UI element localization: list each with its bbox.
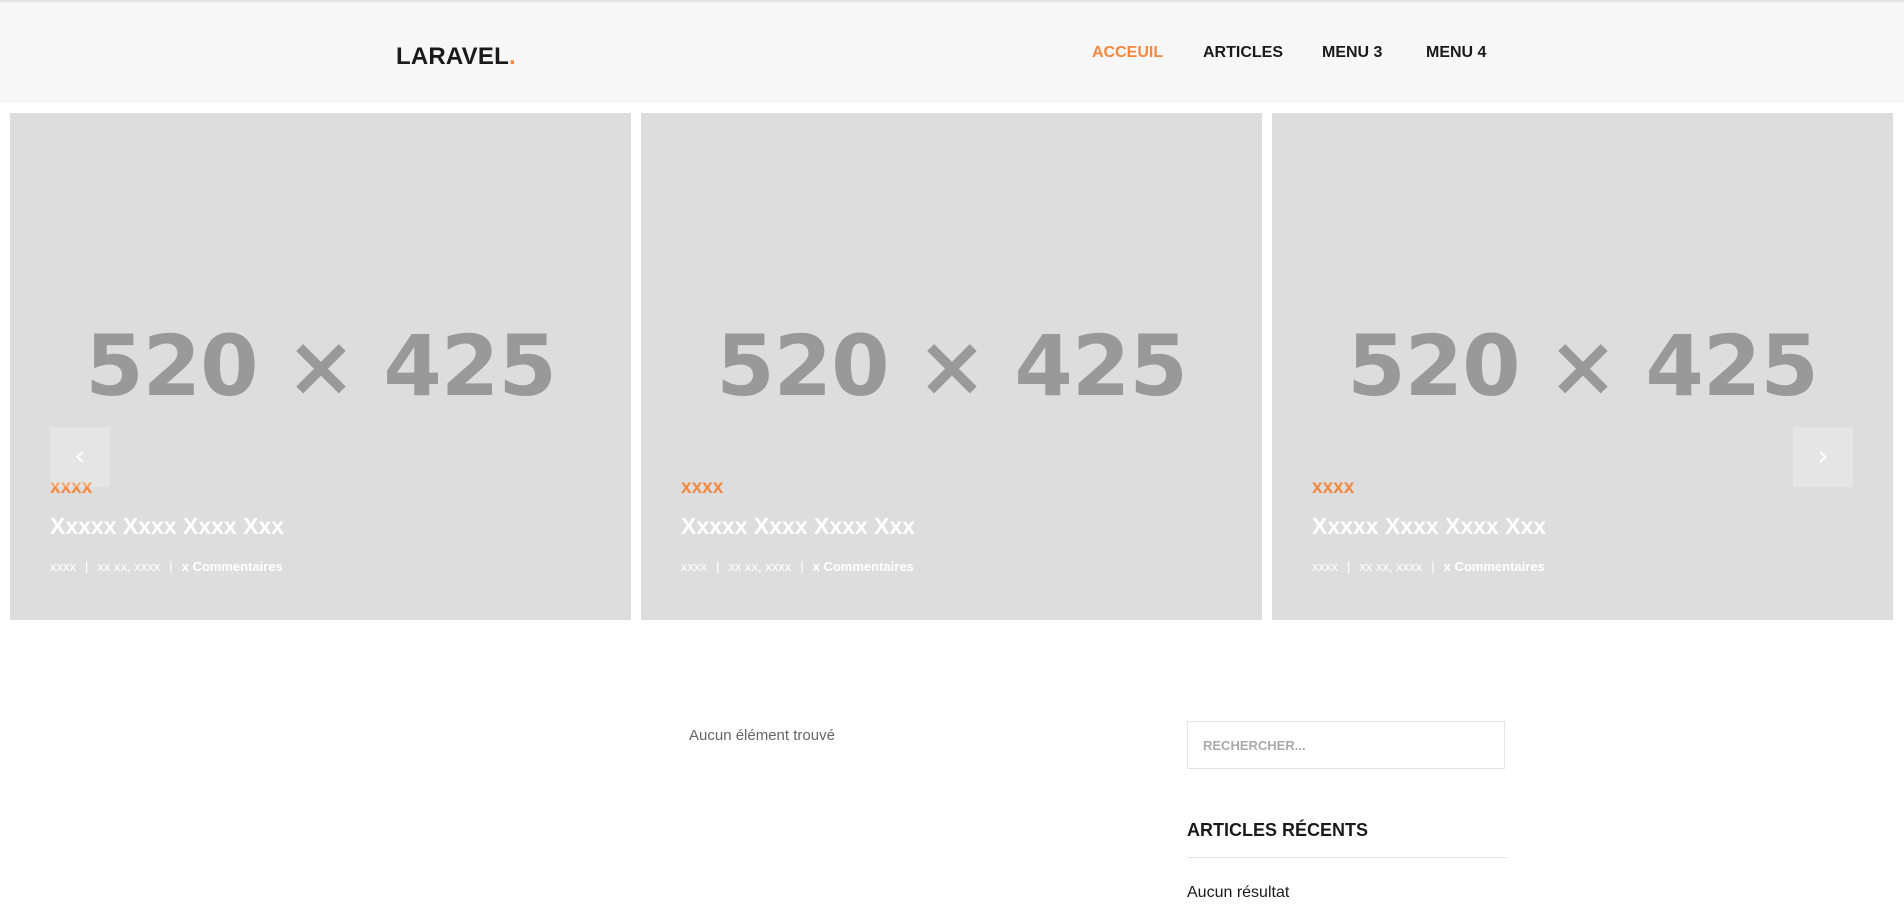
post-title[interactable]: Xxxxx Xxxx Xxxx Xxx — [50, 513, 284, 540]
site-header: LARAVEL. ACCEUIL ARTICLES MENU 3 MENU 4 — [0, 2, 1904, 103]
image-placeholder: 520 × 425 — [1347, 317, 1819, 415]
image-placeholder: 520 × 425 — [716, 317, 1188, 415]
post-meta: xxxx | xx xx, xxxx | x Commentaires — [1312, 559, 1545, 574]
nav-item-menu-4[interactable]: MENU 4 — [1426, 44, 1486, 62]
post-comments[interactable]: x Commentaires — [1444, 559, 1545, 574]
post-comments[interactable]: x Commentaires — [182, 559, 283, 574]
carousel-next-button[interactable]: › — [1793, 427, 1853, 487]
nav-item-articles[interactable]: ARTICLES — [1203, 44, 1283, 62]
divider — [1187, 857, 1507, 858]
nav-item-menu-3[interactable]: MENU 3 — [1322, 44, 1382, 62]
nav-item-acceuil[interactable]: ACCEUIL — [1092, 44, 1163, 62]
post-date: xx xx, xxxx — [1359, 559, 1423, 574]
post-author[interactable]: xxxx — [681, 559, 707, 574]
meta-separator: | — [1347, 559, 1351, 574]
logo-text: LARAVEL — [396, 43, 509, 70]
carousel-slide[interactable]: 520 × 425 xxxx Xxxxx Xxxx Xxxx Xxx xxxx |… — [1272, 113, 1893, 620]
post-carousel: 520 × 425 xxxx Xxxxx Xxxx Xxxx Xxx xxxx |… — [0, 103, 1904, 631]
site-logo[interactable]: LARAVEL. — [396, 43, 516, 71]
carousel-slide[interactable]: 520 × 425 xxxx Xxxxx Xxxx Xxxx Xxx xxxx |… — [641, 113, 1262, 620]
post-title[interactable]: Xxxxx Xxxx Xxxx Xxx — [681, 513, 915, 540]
image-placeholder: 520 × 425 — [85, 317, 557, 415]
logo-dot: . — [508, 43, 516, 70]
no-items-message: Aucun élément trouvé — [689, 727, 835, 744]
carousel-slide[interactable]: 520 × 425 xxxx Xxxxx Xxxx Xxxx Xxx xxxx |… — [10, 113, 631, 620]
post-category[interactable]: xxxx — [1312, 477, 1354, 499]
meta-separator: | — [1431, 559, 1435, 574]
carousel-prev-button[interactable]: ‹ — [50, 427, 110, 487]
post-date: xx xx, xxxx — [728, 559, 792, 574]
post-date: xx xx, xxxx — [97, 559, 161, 574]
recent-posts-empty: Aucun résultat — [1187, 884, 1290, 901]
post-author[interactable]: xxxx — [50, 559, 76, 574]
meta-separator: | — [169, 559, 173, 574]
meta-separator: | — [85, 559, 89, 574]
post-comments[interactable]: x Commentaires — [813, 559, 914, 574]
post-meta: xxxx | xx xx, xxxx | x Commentaires — [681, 559, 914, 574]
meta-separator: | — [800, 559, 804, 574]
search-input[interactable] — [1187, 721, 1505, 769]
post-category[interactable]: xxxx — [681, 477, 723, 499]
chevron-right-icon: › — [1817, 439, 1829, 472]
chevron-left-icon: ‹ — [74, 439, 86, 472]
post-author[interactable]: xxxx — [1312, 559, 1338, 574]
meta-separator: | — [716, 559, 720, 574]
recent-posts-heading: ARTICLES RÉCENTS — [1187, 820, 1369, 840]
post-title[interactable]: Xxxxx Xxxx Xxxx Xxx — [1312, 513, 1546, 540]
post-meta: xxxx | xx xx, xxxx | x Commentaires — [50, 559, 283, 574]
